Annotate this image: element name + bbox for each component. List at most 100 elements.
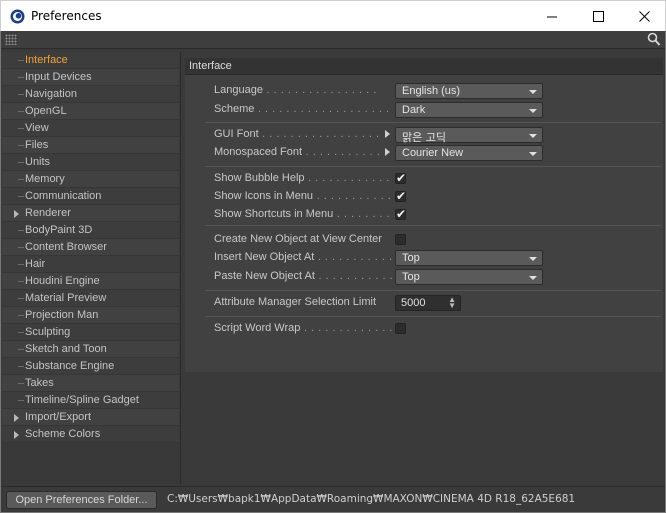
sidebar-item-label: BodyPaint 3D xyxy=(25,224,93,236)
sidebar-item-opengl[interactable]: OpenGL xyxy=(2,103,179,120)
tree-branch-line xyxy=(18,332,24,333)
sidebar-item-label: Content Browser xyxy=(25,241,107,253)
mono-font-label-text: Monospaced Font xyxy=(214,146,303,158)
sidebar-item-interface[interactable]: Interface xyxy=(2,52,179,69)
paste-new-object-dots: . . . . . . . . . . . . xyxy=(314,270,401,282)
cinema4d-logo-icon xyxy=(10,9,25,24)
sidebar-item-takes[interactable]: Takes xyxy=(2,375,179,392)
open-preferences-folder-button[interactable]: Open Preferences Folder... xyxy=(6,491,157,509)
separator xyxy=(205,122,661,123)
sidebar-item-import-export[interactable]: Import/Export xyxy=(2,409,179,426)
sidebar-item-view[interactable]: View xyxy=(2,120,179,137)
mono-font-value: Courier New xyxy=(402,147,464,159)
sidebar-item-navigation[interactable]: Navigation xyxy=(2,86,179,103)
tree-branch-line xyxy=(18,298,24,299)
sidebar-item-substance-engine[interactable]: Substance Engine xyxy=(2,358,179,375)
expand-arrow-icon[interactable] xyxy=(385,130,390,138)
sidebar-item-label: Memory xyxy=(25,173,65,185)
script-wrap-label: Script Word Wrap . . . . . . . . . . . .… xyxy=(214,322,407,334)
insert-new-object-dropdown[interactable]: Top xyxy=(395,250,543,266)
toolbar xyxy=(1,31,665,49)
chevron-down-icon xyxy=(529,134,537,138)
tree-branch-line xyxy=(18,111,24,112)
scheme-value: Dark xyxy=(402,104,426,116)
tree-branch-line xyxy=(18,60,24,61)
gui-font-label: GUI Font . . . . . . . . . . . . . . . .… xyxy=(214,128,380,140)
language-label: Language . . . . . . . . . . . . . . . . xyxy=(214,84,377,96)
scheme-dropdown[interactable]: Dark xyxy=(395,102,543,118)
minimize-button[interactable] xyxy=(529,1,575,32)
shortcuts-menu-label-text: Show Shortcuts in Menu xyxy=(214,208,334,220)
scheme-label: Scheme . . . . . . . . . . . . . . . . .… xyxy=(214,103,390,115)
tree-branch-line xyxy=(18,281,24,282)
sidebar-item-houdini-engine[interactable]: Houdini Engine xyxy=(2,273,179,290)
tree-branch-line xyxy=(18,162,24,163)
maximize-icon xyxy=(592,11,604,22)
expand-arrow-icon[interactable] xyxy=(385,148,390,156)
separator xyxy=(205,290,661,291)
script-wrap-label-text: Script Word Wrap xyxy=(214,322,301,334)
sidebar-item-timeline-spline-gadget[interactable]: Timeline/Spline Gadget xyxy=(2,392,179,409)
expand-arrow-icon[interactable] xyxy=(14,414,19,422)
sidebar-item-sculpting[interactable]: Sculpting xyxy=(2,324,179,341)
sidebar-item-label: Takes xyxy=(25,377,54,389)
tree-branch-line xyxy=(18,264,24,265)
stepper-arrows-icon[interactable]: ▲ ▼ xyxy=(448,296,456,310)
expand-arrow-icon[interactable] xyxy=(14,431,19,439)
shortcuts-menu-checkbox[interactable]: ✔ xyxy=(395,207,407,221)
sidebar-item-memory[interactable]: Memory xyxy=(2,171,179,188)
tree-branch-line xyxy=(18,315,24,316)
sidebar-item-bodypaint-3d[interactable]: BodyPaint 3D xyxy=(2,222,179,239)
attr-limit-value: 5000 xyxy=(401,297,426,309)
chevron-down-icon xyxy=(529,109,537,113)
language-dropdown[interactable]: English (us) xyxy=(395,83,543,99)
sidebar-item-projection-man[interactable]: Projection Man xyxy=(2,307,179,324)
sidebar-item-files[interactable]: Files xyxy=(2,137,179,154)
sidebar-item-communication[interactable]: Communication xyxy=(2,188,179,205)
sidebar-item-label: Hair xyxy=(25,258,46,270)
sidebar-item-label: Scheme Colors xyxy=(25,428,101,440)
script-wrap-dots: . . . . . . . . . . . . . . . xyxy=(300,322,408,334)
create-new-object-label: Create New Object at View Center xyxy=(214,233,382,245)
grip-dots-icon[interactable] xyxy=(5,34,17,45)
bubble-help-label: Show Bubble Help . . . . . . . . . . . . xyxy=(214,172,390,184)
gui-font-dropdown[interactable]: 맑은 고딕 xyxy=(395,127,543,144)
sidebar-item-label: Houdini Engine xyxy=(25,275,100,287)
tree-branch-line xyxy=(18,349,24,350)
sidebar-item-input-devices[interactable]: Input Devices xyxy=(2,69,179,86)
sidebar-item-scheme-colors[interactable]: Scheme Colors xyxy=(2,426,179,443)
sidebar-item-label: Projection Man xyxy=(25,309,99,321)
tree-branch-line xyxy=(18,230,24,231)
minimize-icon xyxy=(546,16,557,18)
chevron-down-icon xyxy=(529,90,537,94)
sidebar-item-hair[interactable]: Hair xyxy=(2,256,179,273)
expand-arrow-icon[interactable] xyxy=(14,210,19,218)
scheme-label-text: Scheme xyxy=(214,103,255,115)
sidebar-item-material-preview[interactable]: Material Preview xyxy=(2,290,179,307)
language-dots: . . . . . . . . . . . . . . . . xyxy=(262,84,377,96)
maximize-button[interactable] xyxy=(575,1,621,32)
preferences-path: C:₩Users₩bapk1₩AppData₩Roaming₩MAXON₩CIN… xyxy=(167,493,576,505)
sidebar-item-sketch-and-toon[interactable]: Sketch and Toon xyxy=(2,341,179,358)
search-icon[interactable] xyxy=(647,32,661,47)
icons-menu-checkbox[interactable]: ✔ xyxy=(395,189,406,203)
create-new-object-checkbox[interactable] xyxy=(395,234,406,245)
attr-limit-stepper[interactable]: 5000 ▲ ▼ xyxy=(395,295,461,311)
chevron-down-icon xyxy=(529,152,537,156)
checkmark-icon: ✔ xyxy=(396,171,407,185)
bubble-help-checkbox[interactable]: ✔ xyxy=(395,171,407,185)
script-wrap-checkbox[interactable] xyxy=(395,323,406,334)
tree-branch-line xyxy=(18,366,24,367)
icons-menu-label-text: Show Icons in Menu xyxy=(214,190,314,202)
mono-font-label: Monospaced Font . . . . . . . . . . . . xyxy=(214,146,387,158)
paste-new-object-label-text: Paste New Object At xyxy=(214,270,315,282)
checkmark-icon: ✔ xyxy=(396,207,407,221)
separator xyxy=(205,316,661,317)
mono-font-dropdown[interactable]: Courier New xyxy=(395,145,543,161)
paste-new-object-dropdown[interactable]: Top xyxy=(395,269,543,285)
insert-new-object-dots: . . . . . . . . . . . xyxy=(314,251,393,263)
sidebar-item-content-browser[interactable]: Content Browser xyxy=(2,239,179,256)
sidebar-item-renderer[interactable]: Renderer xyxy=(2,205,179,222)
sidebar-item-units[interactable]: Units xyxy=(2,154,179,171)
close-button[interactable] xyxy=(621,1,666,32)
